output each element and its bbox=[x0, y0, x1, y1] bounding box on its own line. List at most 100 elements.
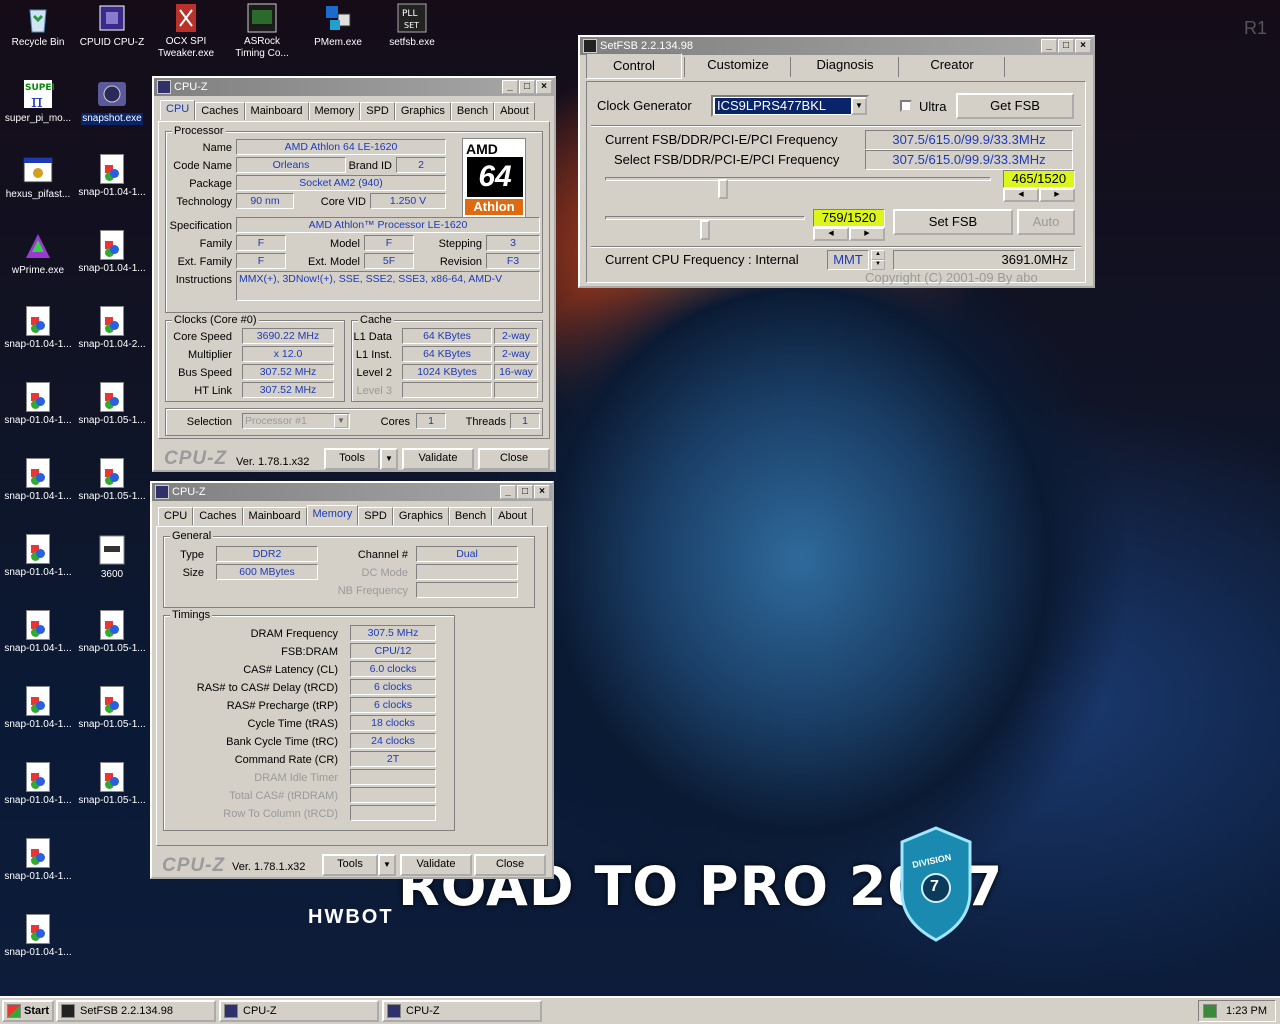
tab-diagnosis[interactable]: Diagnosis bbox=[792, 53, 898, 79]
desktop-icon-snap[interactable]: snap-01.04-1... bbox=[74, 230, 150, 275]
cpuz-window-cpu[interactable]: CPU-Z _ □ × CPU Caches Mainboard Memory … bbox=[152, 76, 556, 472]
ultra-checkbox[interactable] bbox=[900, 100, 912, 112]
desktop-icon-snap[interactable]: snap-01.04-1... bbox=[0, 306, 76, 351]
desktop-icon-ocx-spi[interactable]: OCX SPI Tweaker.exe bbox=[148, 2, 224, 60]
channel-field: Dual bbox=[416, 546, 518, 562]
desktop-icon-snap[interactable]: snap-01.04-1... bbox=[0, 686, 76, 731]
spin-down-icon[interactable]: ▼ bbox=[871, 260, 885, 270]
desktop-icon-asrock-timing[interactable]: ASRock Timing Co... bbox=[224, 2, 300, 60]
desktop-icon-snap[interactable]: snap-01.05-1... bbox=[74, 382, 150, 427]
taskbar-item-cpuz[interactable]: CPU-Z bbox=[382, 1000, 542, 1022]
close-icon-button[interactable]: × bbox=[534, 485, 550, 499]
arrow-right-icon[interactable]: ▶ bbox=[1039, 188, 1075, 202]
desktop-icon-snap[interactable]: snap-01.05-1... bbox=[74, 458, 150, 503]
tab-creator[interactable]: Creator bbox=[900, 53, 1004, 79]
tab-spd[interactable]: SPD bbox=[360, 102, 395, 120]
tab-cpu[interactable]: CPU bbox=[160, 100, 196, 120]
l3-field bbox=[402, 382, 492, 398]
tab-mainboard[interactable]: Mainboard bbox=[242, 507, 307, 525]
desktop-icon-snap[interactable]: snap-01.04-1... bbox=[0, 534, 76, 579]
taskbar-item-cpuz[interactable]: CPU-Z bbox=[219, 1000, 379, 1022]
mmt-field: MMT bbox=[827, 250, 869, 270]
fsb-slider-track[interactable] bbox=[605, 177, 991, 181]
arrow-left-icon[interactable]: ◀ bbox=[1003, 188, 1039, 202]
maximize-button[interactable]: □ bbox=[519, 80, 535, 94]
desktop-icon-pmem[interactable]: PMem.exe bbox=[300, 2, 376, 49]
desktop-icon-snap[interactable]: snap-01.04-2... bbox=[74, 306, 150, 351]
cpuz-titlebar[interactable]: CPU-Z _ □ × bbox=[152, 483, 552, 501]
desktop-icon-snap[interactable]: snap-01.04-1... bbox=[0, 762, 76, 807]
desktop-icon-snap[interactable]: snap-01.05-1... bbox=[74, 610, 150, 655]
tools-dropdown-icon[interactable]: ▼ bbox=[378, 854, 396, 876]
desktop-icon-snap[interactable]: snap-01.04-1... bbox=[0, 914, 76, 959]
tab-spd[interactable]: SPD bbox=[358, 507, 393, 525]
tab-about[interactable]: About bbox=[492, 507, 533, 525]
tab-control[interactable]: Control bbox=[586, 53, 682, 79]
validate-button[interactable]: Validate bbox=[400, 854, 472, 876]
desktop-icon-snap[interactable]: snap-01.04-1... bbox=[0, 458, 76, 503]
arrow-right-icon[interactable]: ▶ bbox=[849, 227, 885, 241]
desktop-icon-label: setfsb.exe bbox=[389, 37, 435, 48]
tools-dropdown-icon[interactable]: ▼ bbox=[380, 448, 398, 470]
close-button[interactable]: Close bbox=[478, 448, 550, 470]
desktop-icon-superpi[interactable]: SUPERπ super_pi_mo... bbox=[0, 78, 76, 125]
close-icon-button[interactable]: × bbox=[536, 80, 552, 94]
tab-bench[interactable]: Bench bbox=[448, 507, 493, 525]
desktop-icon-snap[interactable]: snap-01.05-1... bbox=[74, 762, 150, 807]
desktop-icon-snap[interactable]: snap-01.04-1... bbox=[0, 382, 76, 427]
desktop-icon-wprime[interactable]: wPrime.exe bbox=[0, 230, 76, 277]
get-fsb-button[interactable]: Get FSB bbox=[956, 93, 1074, 119]
tab-cpu[interactable]: CPU bbox=[158, 507, 194, 525]
network-icon[interactable] bbox=[1203, 1004, 1217, 1018]
minimize-button[interactable]: _ bbox=[502, 80, 518, 94]
tab-about[interactable]: About bbox=[494, 102, 535, 120]
cpuz-window-memory[interactable]: CPU-Z _ □ × CPU Caches Mainboard Memory … bbox=[150, 481, 554, 879]
clock-generator-dropdown[interactable]: ICS9LPRS477BKL ▼ bbox=[711, 95, 869, 117]
fsb-slider-thumb[interactable] bbox=[718, 179, 729, 199]
minimize-button[interactable]: _ bbox=[500, 485, 516, 499]
desktop-icon-setfsb[interactable]: PLL SET setfsb.exe bbox=[374, 2, 450, 49]
tab-bench[interactable]: Bench bbox=[450, 102, 495, 120]
tab-caches[interactable]: Caches bbox=[193, 507, 243, 525]
taskbar-item-setfsb[interactable]: SetFSB 2.2.134.98 bbox=[56, 1000, 216, 1022]
clock-generator-value: ICS9LPRS477BKL bbox=[715, 98, 853, 114]
arrow-left-icon[interactable]: ◀ bbox=[813, 227, 849, 241]
minimize-button[interactable]: _ bbox=[1041, 39, 1057, 53]
tools-button[interactable]: Tools bbox=[324, 448, 380, 470]
tools-button[interactable]: Tools bbox=[322, 854, 378, 876]
desktop-icon-pifast[interactable]: hexus_pifast... bbox=[0, 154, 76, 201]
desktop-icon-3600[interactable]: 3600 bbox=[74, 534, 150, 581]
tab-caches[interactable]: Caches bbox=[195, 102, 245, 120]
desktop-icon-snap[interactable]: snap-01.05-1... bbox=[74, 686, 150, 731]
validate-button[interactable]: Validate bbox=[402, 448, 474, 470]
desktop-icon-snap[interactable]: snap-01.04-1... bbox=[74, 154, 150, 199]
maximize-button[interactable]: □ bbox=[517, 485, 533, 499]
set-fsb-button[interactable]: Set FSB bbox=[893, 209, 1013, 235]
desktop-icon-label: OCX SPI Tweaker.exe bbox=[157, 36, 215, 59]
close-icon-button[interactable]: × bbox=[1075, 39, 1091, 53]
pll-slider-thumb[interactable] bbox=[699, 220, 710, 240]
setfsb-window[interactable]: SetFSB 2.2.134.98 _ □ × Control Customiz… bbox=[578, 35, 1095, 288]
start-button[interactable]: Start bbox=[2, 1000, 54, 1022]
tab-graphics[interactable]: Graphics bbox=[392, 507, 449, 525]
close-button[interactable]: Close bbox=[474, 854, 546, 876]
tray-clock[interactable]: 1:23 PM bbox=[1226, 1005, 1267, 1017]
tab-mainboard[interactable]: Mainboard bbox=[244, 102, 309, 120]
ocx-spi-icon bbox=[170, 2, 202, 34]
maximize-button[interactable]: □ bbox=[1058, 39, 1074, 53]
desktop-icon-snap[interactable]: snap-01.04-1... bbox=[0, 610, 76, 655]
tab-customize[interactable]: Customize bbox=[686, 53, 790, 79]
chevron-down-icon[interactable]: ▼ bbox=[334, 414, 348, 428]
auto-button[interactable]: Auto bbox=[1017, 209, 1075, 235]
tab-graphics[interactable]: Graphics bbox=[394, 102, 451, 120]
cpuz-titlebar[interactable]: CPU-Z _ □ × bbox=[154, 78, 554, 96]
desktop-icon-snap[interactable]: snap-01.04-1... bbox=[0, 838, 76, 883]
label: Type bbox=[180, 549, 204, 561]
tab-memory[interactable]: Memory bbox=[308, 102, 361, 120]
desktop-icon-cpuz[interactable]: CPUID CPU-Z bbox=[74, 2, 150, 49]
chevron-down-icon[interactable]: ▼ bbox=[851, 97, 867, 115]
desktop-icon-snapshot[interactable]: snapshot.exe bbox=[74, 78, 150, 125]
desktop-icon-recycle-bin[interactable]: Recycle Bin bbox=[0, 2, 76, 49]
tab-memory[interactable]: Memory bbox=[306, 505, 359, 525]
spin-up-icon[interactable]: ▲ bbox=[871, 250, 885, 260]
